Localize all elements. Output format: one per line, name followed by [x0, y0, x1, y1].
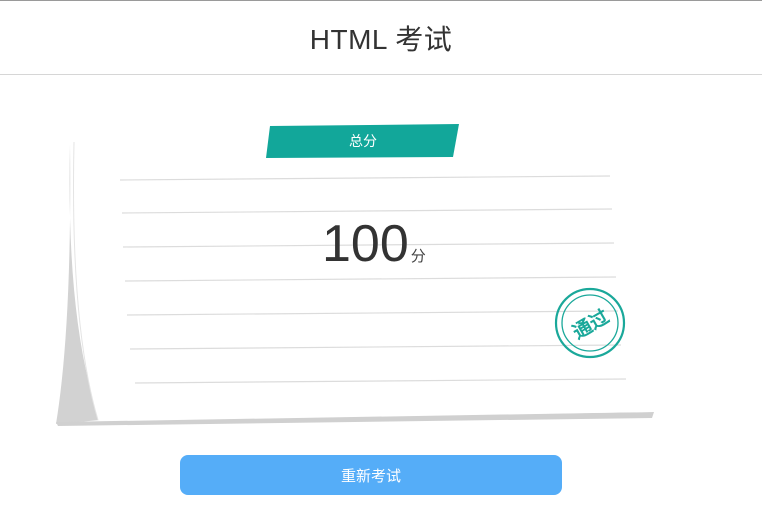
score-card: 总分 100 分 通过 — [0, 76, 762, 446]
pass-stamp: 通过 — [554, 287, 626, 359]
pass-stamp-text: 通过 — [569, 306, 613, 344]
total-score-label: 总分 — [349, 133, 377, 149]
score-display: 100 分 — [322, 214, 426, 274]
page-title: HTML 考试 — [309, 23, 453, 55]
retry-exam-button[interactable]: 重新考试 — [180, 455, 562, 495]
score-unit: 分 — [410, 248, 426, 265]
page-header: HTML 考试 — [0, 1, 762, 75]
score-value: 100 — [322, 215, 409, 273]
